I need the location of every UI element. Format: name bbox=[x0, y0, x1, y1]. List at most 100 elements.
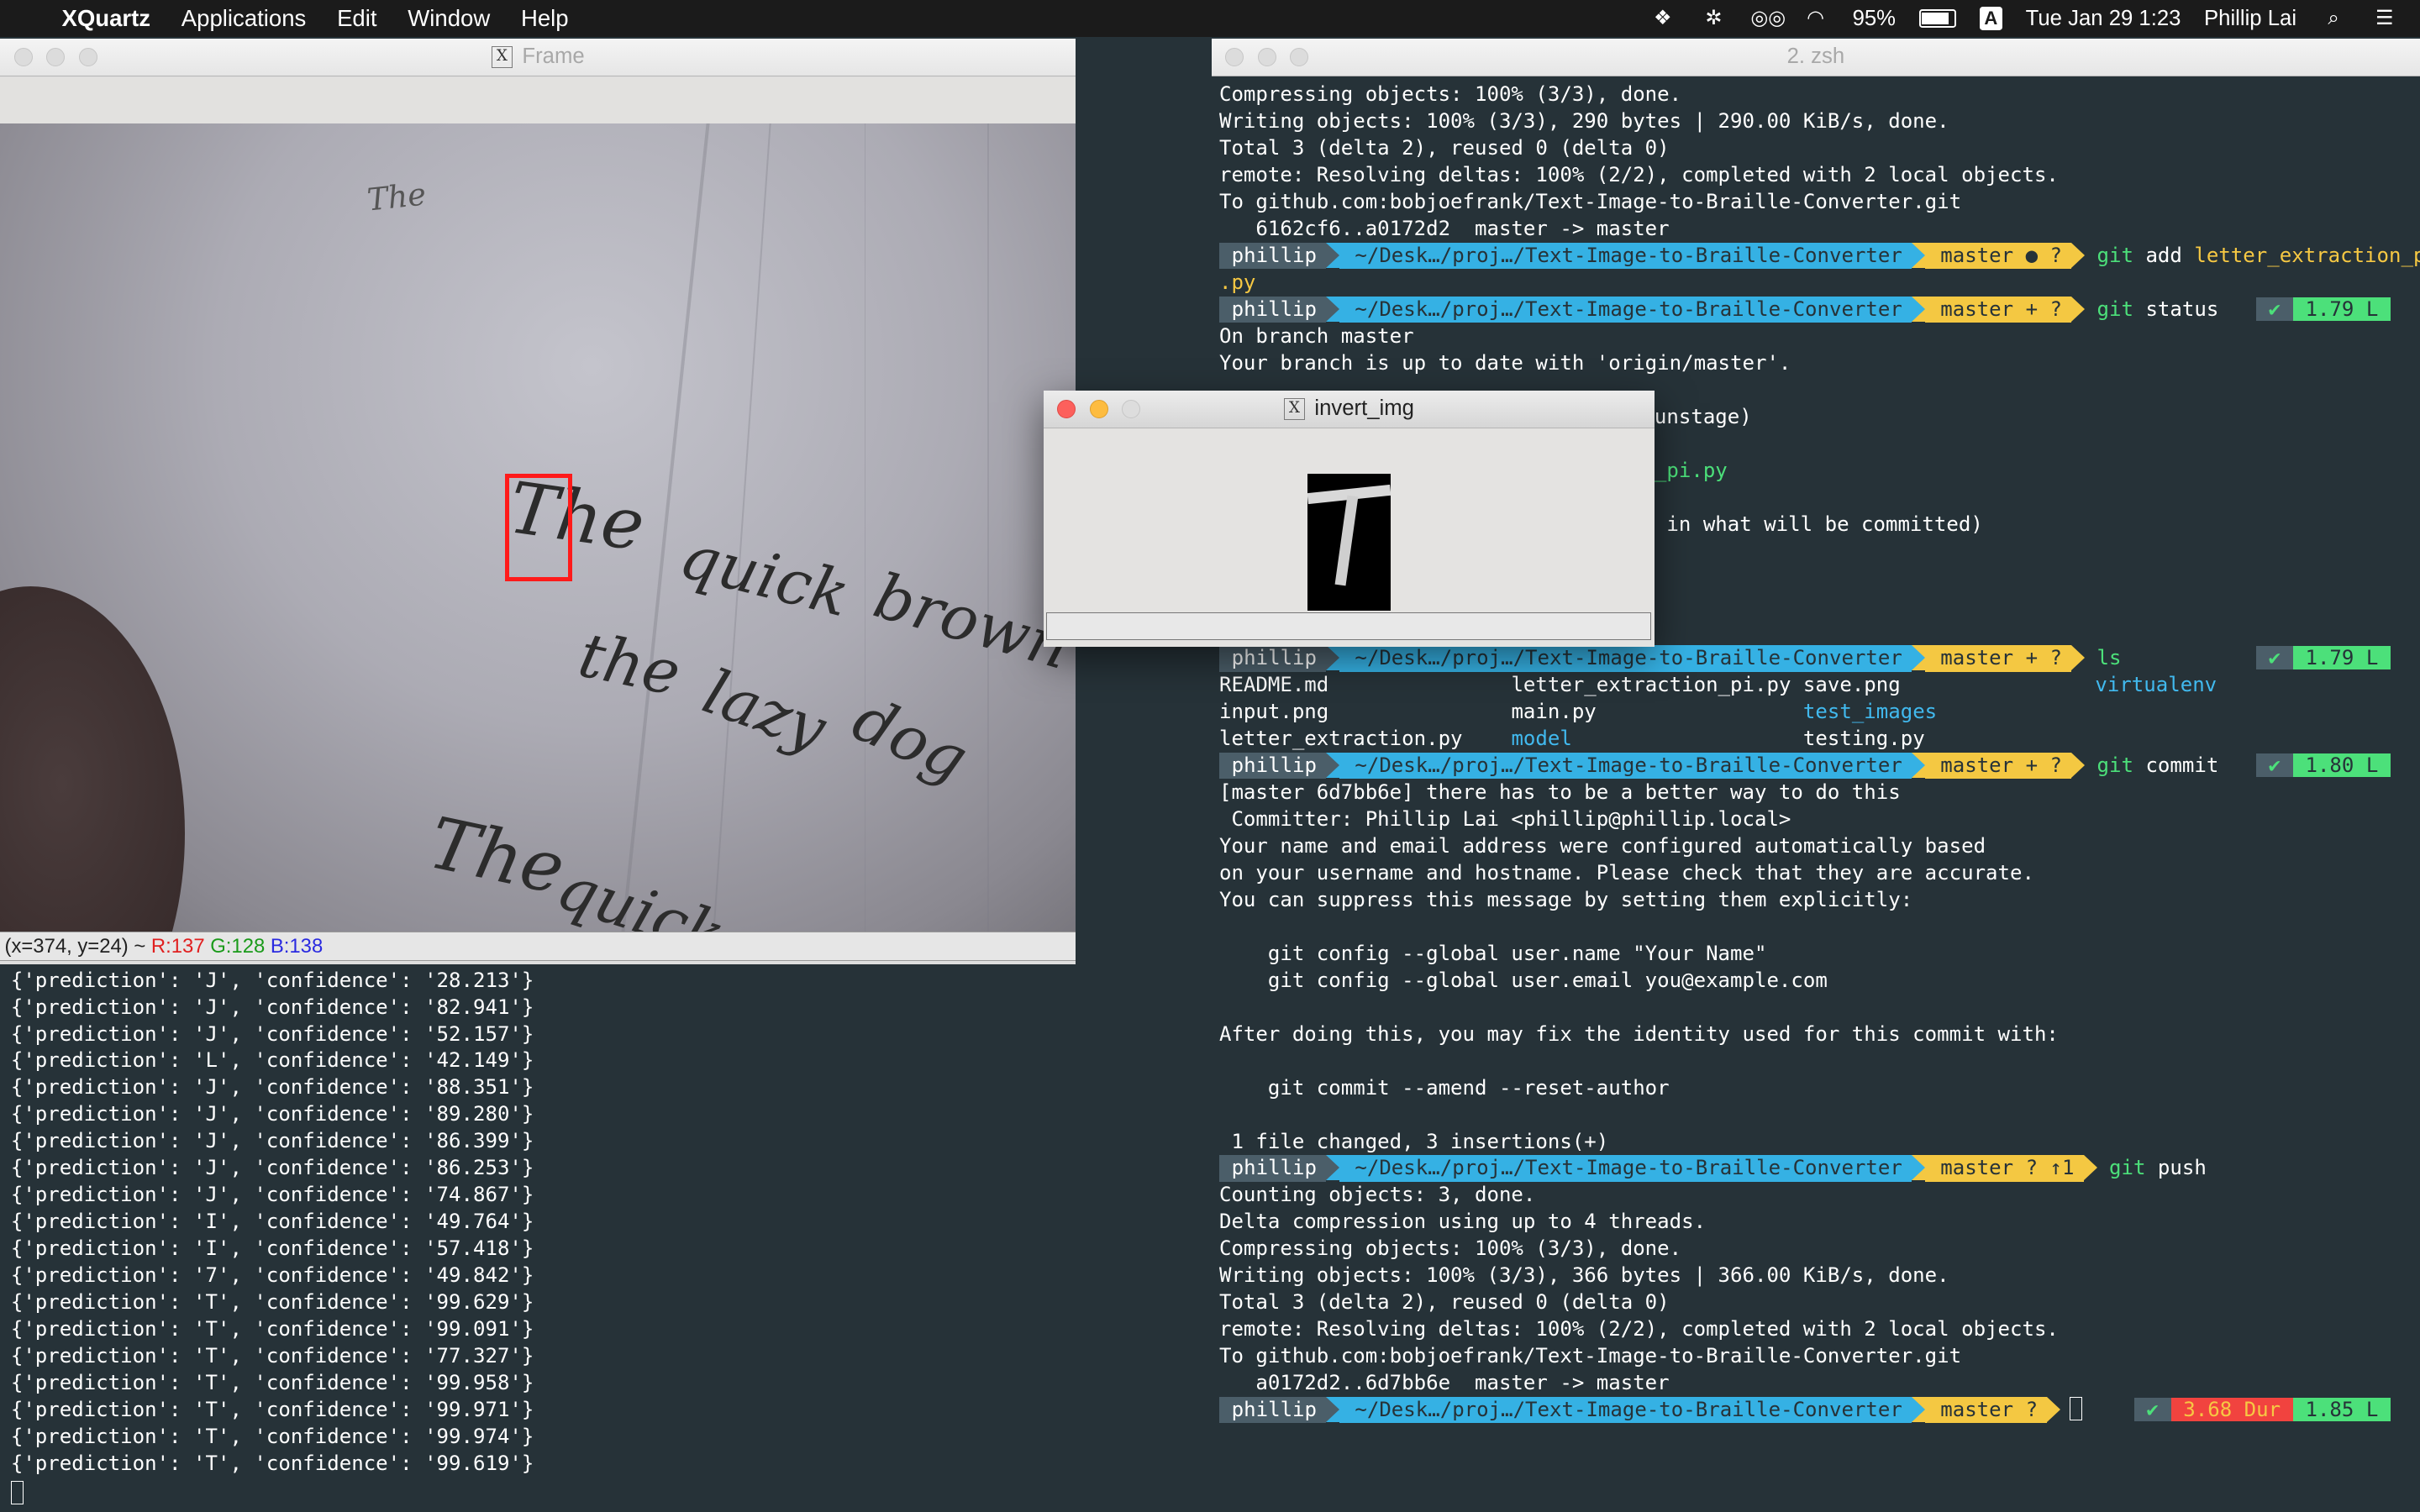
prompt-arrow bbox=[2071, 296, 2085, 322]
notebook-line bbox=[864, 123, 866, 932]
clock[interactable]: Tue Jan 29 1:23 bbox=[2026, 7, 2181, 31]
status-value: 1.85 L bbox=[2292, 1398, 2391, 1422]
output-fragment: unstage) bbox=[1654, 404, 1752, 428]
output-line: To github.com:bobjoefrank/Text-Image-to-… bbox=[1218, 190, 1962, 214]
invert-img-window[interactable]: X invert_img bbox=[1043, 390, 1655, 647]
output-line: Compressing objects: 100% (3/3), done. bbox=[1218, 82, 1682, 107]
menu-applications[interactable]: Applications bbox=[182, 5, 307, 32]
output-line: git commit --amend --reset-author bbox=[1218, 1075, 1670, 1100]
prompt-path: ~/Desk…/proj…/Text-Image-to-Braille-Conv… bbox=[1339, 1397, 1912, 1424]
menu-bar: XQuartz Applications Edit Window Help ❖ … bbox=[0, 0, 2420, 38]
prompt-line: phillip ~/Desk…/proj…/Text-Image-to-Brail… bbox=[1218, 1397, 2412, 1424]
prompt-arrow bbox=[2071, 753, 2085, 779]
close-button[interactable] bbox=[13, 47, 33, 66]
prompt-git: master ? ↑1 bbox=[1924, 1155, 2084, 1182]
prediction-line: {'prediction': 'J', 'confidence': '82.94… bbox=[10, 995, 534, 1019]
wifi-icon[interactable]: ◠ bbox=[1802, 6, 1829, 30]
prompt-user: phillip bbox=[1218, 243, 1327, 270]
prediction-line: {'prediction': 'J', 'confidence': '88.35… bbox=[10, 1075, 534, 1100]
prompt-arrow bbox=[1326, 1397, 1340, 1423]
output-line: You can suppress this message by setting… bbox=[1218, 887, 1913, 911]
handwriting-word: dog bbox=[842, 683, 978, 795]
prompt-git: master + ? bbox=[1924, 296, 2072, 323]
notification-center-icon[interactable]: ☰ bbox=[2370, 6, 2398, 30]
output-line: After doing this, you may fix the identi… bbox=[1218, 1021, 2059, 1046]
window-title: invert_img bbox=[1314, 396, 1414, 421]
zsh-terminal-window[interactable]: 2. zsh Compressing objects: 100% (3/3), … bbox=[1211, 38, 2420, 1512]
prompt-arrow bbox=[1911, 296, 1925, 322]
prediction-line: {'prediction': 'L', 'confidence': '42.14… bbox=[10, 1048, 534, 1073]
prompt-user: phillip bbox=[1218, 1155, 1327, 1182]
command-args: commit bbox=[2133, 753, 2219, 778]
openai-icon[interactable]: ✲ bbox=[1700, 6, 1728, 30]
prompt-line: phillip ~/Desk…/proj…/Text-Image-to-Brail… bbox=[1218, 296, 2412, 323]
prompt-path: ~/Desk…/proj…/Text-Image-to-Braille-Conv… bbox=[1339, 645, 1912, 672]
prompt-git: master + ? bbox=[1924, 645, 2072, 672]
output-line: on your username and hostname. Please ch… bbox=[1218, 860, 2034, 885]
output-line: Your branch is up to date with 'origin/m… bbox=[1218, 350, 1791, 375]
prompt-arrow bbox=[1326, 645, 1340, 671]
output-line: a0172d2..6d7bb6e master -> master bbox=[1218, 1371, 1670, 1395]
close-button[interactable] bbox=[1057, 399, 1076, 418]
prediction-line: {'prediction': 'T', 'confidence': '99.62… bbox=[10, 1290, 534, 1315]
zoom-button[interactable] bbox=[1290, 47, 1309, 66]
output-line: Total 3 (delta 2), reused 0 (delta 0) bbox=[1218, 136, 1670, 160]
prompt-arrow bbox=[1911, 753, 1925, 779]
input-source-icon[interactable]: A bbox=[1979, 7, 2003, 30]
close-button[interactable] bbox=[1225, 47, 1244, 66]
camera-feed-image[interactable]: The The quick brown the lazy dog The qui… bbox=[0, 123, 1076, 932]
prompt-arrow bbox=[2071, 243, 2085, 269]
ls-entry: README.md bbox=[1218, 673, 1512, 697]
prediction-output: {'prediction': 'J', 'confidence': '28.21… bbox=[11, 968, 534, 1478]
minimize-button[interactable] bbox=[1257, 47, 1276, 66]
output-line: Total 3 (delta 2), reused 0 (delta 0) bbox=[1218, 1290, 1670, 1315]
green-value: G:128 bbox=[210, 935, 266, 958]
status-ok: ✔ bbox=[2255, 646, 2293, 670]
spotlight-search-icon[interactable]: ⌕ bbox=[2320, 6, 2348, 30]
menu-edit[interactable]: Edit bbox=[337, 5, 376, 32]
zsh-titlebar[interactable]: 2. zsh bbox=[1211, 38, 2420, 76]
prompt-arrow bbox=[1911, 1155, 1925, 1181]
prediction-line: {'prediction': 'J', 'confidence': '74.86… bbox=[10, 1183, 534, 1207]
output-line: [master 6d7bb6e] there has to be a bette… bbox=[1218, 780, 1901, 805]
ls-entry bbox=[2095, 727, 2241, 750]
status-duration: 3.68 Dur bbox=[2170, 1398, 2293, 1422]
ls-entry bbox=[2095, 700, 2241, 723]
ls-entry: test_images bbox=[1802, 700, 2096, 724]
ls-entry: testing.py bbox=[1802, 727, 2096, 751]
app-menu[interactable]: XQuartz bbox=[61, 5, 150, 32]
output-line: Delta compression using up to 4 threads. bbox=[1218, 1210, 1707, 1234]
glasses-icon[interactable]: ◎◎ bbox=[1750, 6, 1786, 30]
command-args: add bbox=[2133, 244, 2182, 268]
menu-help[interactable]: Help bbox=[521, 5, 569, 32]
right-status: ✔ 1.80 L bbox=[2255, 753, 2391, 779]
prediction-line: {'prediction': 'T', 'confidence': '99.97… bbox=[10, 1397, 534, 1421]
zoom-button[interactable] bbox=[78, 47, 97, 66]
status-value: 1.79 L bbox=[2292, 646, 2391, 670]
battery-percent[interactable]: 95% bbox=[1853, 7, 1896, 31]
frame-titlebar[interactable]: X Frame bbox=[0, 38, 1076, 76]
prediction-line: {'prediction': 'T', 'confidence': '99.95… bbox=[10, 1370, 534, 1394]
prompt-git: master ● ? bbox=[1924, 243, 2072, 270]
inverted-letter-image bbox=[1307, 473, 1391, 612]
prompt-line: phillip ~/Desk…/proj…/Text-Image-to-Brail… bbox=[1218, 645, 2412, 672]
invert-titlebar[interactable]: X invert_img bbox=[1043, 390, 1655, 428]
dropbox-icon[interactable]: ❖ bbox=[1649, 6, 1676, 30]
battery-icon[interactable] bbox=[1918, 8, 1956, 29]
output-line: On branch master bbox=[1218, 323, 1414, 348]
menu-window[interactable]: Window bbox=[408, 5, 490, 32]
prompt-arrow bbox=[1326, 243, 1340, 269]
status-value: 1.80 L bbox=[2292, 753, 2391, 778]
right-status: ✔ 1.79 L bbox=[2255, 645, 2391, 671]
prediction-line: {'prediction': 'J', 'confidence': '89.28… bbox=[10, 1102, 534, 1126]
zoom-button[interactable] bbox=[1122, 399, 1141, 418]
minimize-button[interactable] bbox=[46, 47, 66, 66]
ls-row: letter_extraction.py model testing.py bbox=[1219, 726, 2412, 753]
minimize-button[interactable] bbox=[1089, 399, 1108, 418]
handwriting-word: The bbox=[366, 176, 429, 218]
user-name[interactable]: Phillip Lai bbox=[2204, 7, 2296, 31]
prompt-line: phillip ~/Desk…/proj…/Text-Image-to-Brail… bbox=[1218, 243, 2420, 270]
output-line: git config --global user.name "Your Name… bbox=[1218, 941, 1767, 965]
command: ls bbox=[2085, 646, 2122, 670]
